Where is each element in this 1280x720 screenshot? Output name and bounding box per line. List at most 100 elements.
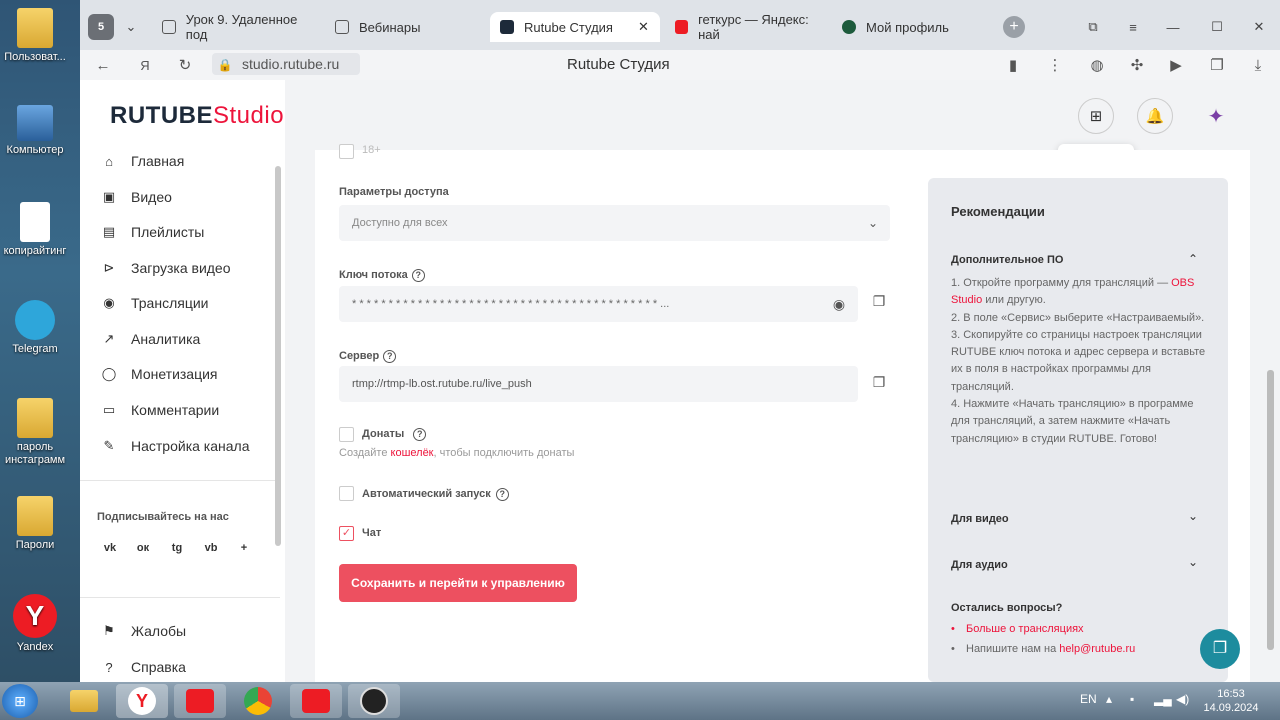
desktop-icon-computer[interactable]: Компьютер [0, 105, 70, 156]
desktop-icon-password-insta[interactable]: пароль инстаграмм [0, 398, 70, 467]
tab-profile[interactable]: Мой профиль [832, 12, 997, 42]
bookmark-icon[interactable]: ▮ [1002, 54, 1024, 76]
clock[interactable]: 16:53 14.09.2024 [1200, 687, 1262, 715]
viber-icon[interactable]: vb [199, 536, 223, 560]
page-scrollbar[interactable] [1267, 370, 1274, 650]
donations-checkbox[interactable] [339, 427, 354, 442]
close-window-icon[interactable]: ✕ [1246, 14, 1272, 40]
help-email-link[interactable]: help@rutube.ru [1059, 643, 1135, 655]
tab-rutube-studio[interactable]: Rutube Студия ✕ [490, 12, 660, 42]
lock-icon[interactable]: 🔒 [214, 54, 236, 76]
maximize-icon[interactable]: ☐ [1204, 14, 1230, 40]
desktop-icon-user[interactable]: Пользоват... [0, 8, 70, 63]
flag-icon: ⚑ [103, 623, 115, 638]
chevron-down-icon[interactable]: ⌄ [1188, 509, 1198, 523]
chevron-up-icon[interactable]: ⌃ [1188, 252, 1198, 266]
yandex-logo-icon[interactable]: Я [134, 54, 156, 76]
section-for-video[interactable]: Для видео [951, 513, 1009, 525]
chat-checkbox[interactable]: ✓ [339, 526, 354, 541]
telegram-social-icon[interactable]: tg [165, 536, 189, 560]
chevron-down-icon[interactable]: ⌄ [1188, 555, 1198, 569]
rutube-studio-logo[interactable]: RUTUBEStudio [110, 102, 284, 130]
tab-webinars[interactable]: Вебинары [325, 12, 485, 42]
desktop-icon-telegram[interactable]: Telegram [0, 300, 70, 355]
notifications-button[interactable]: 🔔 [1137, 98, 1173, 134]
language-indicator[interactable]: EN [1080, 692, 1097, 706]
age-checkbox[interactable] [339, 144, 354, 159]
taskbar-yandex[interactable]: Y [116, 684, 168, 718]
taskbar-app-red-2[interactable] [290, 684, 342, 718]
upload-icon: ⊳ [103, 260, 115, 275]
sidebar-item-help[interactable]: ? Справка [98, 655, 186, 679]
help-circle-icon[interactable]: ? [495, 488, 509, 501]
tab-close-icon[interactable]: ✕ [638, 19, 649, 35]
desktop: Пользоват... Компьютер копирайтинг Teleg… [0, 0, 80, 682]
bookmarks-icon[interactable]: ⧉ [1080, 14, 1106, 40]
tab-yandex-search[interactable]: гетку‌рс — Яндекс: най [665, 12, 825, 42]
more-icon[interactable]: ⋮ [1044, 54, 1066, 76]
help-circle-icon[interactable]: ? [413, 428, 427, 441]
eye-icon[interactable]: ◉ [830, 296, 848, 314]
tab-list-chevron-icon[interactable]: ⌄ [118, 14, 144, 40]
minimize-icon[interactable]: — [1160, 14, 1186, 40]
sidebar-scrollbar[interactable] [275, 166, 281, 546]
start-button[interactable]: ⊞ [2, 684, 38, 718]
reload-icon[interactable]: ↻ [174, 54, 196, 76]
sidebar-item-comments[interactable]: ▭ Комментарии [98, 398, 219, 422]
section-for-audio[interactable]: Для аудио [951, 559, 1008, 571]
taskbar-app-red-1[interactable] [174, 684, 226, 718]
stream-key-field[interactable]: * * * * * * * * * * * * * * * * * * * * … [339, 286, 858, 322]
access-label: Параметры доступа [339, 186, 449, 198]
sidebar-item-complaints[interactable]: ⚑ Жалобы [98, 619, 186, 643]
comment-icon: ▭ [102, 402, 116, 417]
ok-icon[interactable]: ок [131, 536, 155, 560]
desktop-icon-yandex[interactable]: Y Yandex [0, 594, 70, 653]
download-icon[interactable]: ⤓ [1247, 54, 1269, 76]
sidebar-item-home[interactable]: ⌂ Главная [98, 149, 184, 173]
taskbar-explorer[interactable] [58, 684, 110, 718]
copy-key-icon[interactable]: ❐ [870, 293, 888, 311]
access-select[interactable]: Доступно для всех ⌄ [339, 205, 890, 241]
section-additional-software[interactable]: Дополнительное ПО [951, 254, 1063, 266]
volume-icon[interactable]: ◀) [1176, 692, 1189, 706]
save-and-manage-button[interactable]: Сохранить и перейти к управлению [339, 564, 577, 602]
network-icon[interactable]: ▂▄ [1154, 692, 1172, 706]
tray-expand-icon[interactable]: ▴ [1106, 692, 1112, 706]
vk-icon[interactable]: vk [98, 536, 122, 560]
server-field[interactable]: rtmp://rtmp-lb.ost.rutube.ru/live_push [339, 366, 858, 402]
help-circle-icon[interactable]: ? [411, 269, 425, 282]
extensions-icon[interactable]: ✣ [1126, 54, 1148, 76]
wallet-link[interactable]: кошелёк [391, 447, 434, 459]
help-circle-icon[interactable]: ? [383, 350, 397, 363]
more-about-broadcasts-link[interactable]: Больше о трансляциях [966, 623, 1084, 635]
sidebar-item-video[interactable]: ▣ Видео [98, 185, 172, 209]
new-tab-plus-icon[interactable]: + [1003, 16, 1025, 38]
sidebar-item-monetization[interactable]: ◯ Монетизация [98, 362, 218, 386]
more-social-plus-icon[interactable]: + [232, 536, 256, 560]
taskbar-obs[interactable] [348, 684, 400, 718]
rutube-studio-page: RUTUBEStudio ⊞ 🔔 ✦ Добавить ⌂Главная ▣Ви… [80, 80, 1280, 682]
sidebar-item-playlists[interactable]: ▤ Плейлисты [98, 220, 204, 244]
menu-icon[interactable]: ≡ [1120, 14, 1146, 40]
sidebar-item-upload[interactable]: ⊳ Загрузка видео [98, 256, 231, 280]
desktop-icon-html[interactable]: копирайтинг [0, 202, 70, 257]
page-icon [335, 20, 349, 34]
support-chat-button[interactable]: ❐ [1200, 629, 1240, 669]
tab-counter[interactable]: 5 [88, 14, 114, 40]
taskbar-chrome[interactable] [232, 684, 284, 718]
add-content-button[interactable]: ⊞ [1078, 98, 1114, 134]
desktop-icon-passwords[interactable]: Пароли [0, 496, 70, 551]
sidebar-item-channel-settings[interactable]: ✎ Настройка канала [98, 434, 250, 458]
back-arrow-icon[interactable]: ← [92, 54, 114, 76]
collections-icon[interactable]: ❐ [1206, 54, 1228, 76]
tab-lesson[interactable]: Урок 9. Удаленное под [152, 12, 320, 42]
sidebar-item-analytics[interactable]: ↗ Аналитика [98, 327, 201, 351]
vpn-globe-icon[interactable]: ◍ [1086, 54, 1108, 76]
media-icon[interactable]: ▶ [1165, 54, 1187, 76]
copy-server-icon[interactable]: ❐ [870, 374, 888, 392]
tray-app-icon[interactable]: ▪ [1130, 692, 1134, 706]
sidebar-item-broadcasts[interactable]: ◉ Трансляции [98, 291, 208, 315]
avatar[interactable]: ✦ [1198, 98, 1234, 134]
divider [80, 480, 280, 481]
autostart-checkbox[interactable] [339, 486, 354, 501]
